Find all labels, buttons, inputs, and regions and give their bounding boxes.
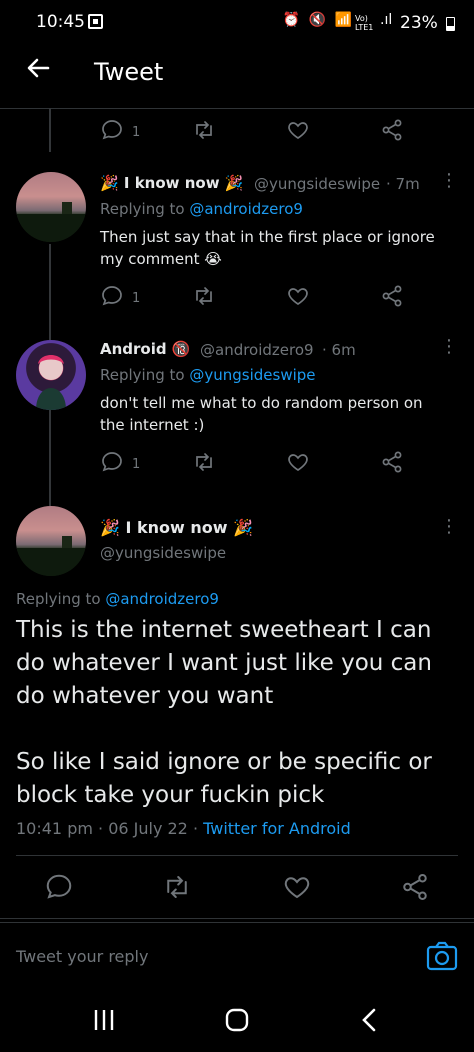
retweet-icon xyxy=(192,284,216,312)
display-name[interactable]: Android 🔞 xyxy=(100,340,191,358)
tweet-time: · 6m xyxy=(322,341,356,359)
status-bar: 10:45 ⏰ 🔇 📶 Vo) LTE1 .ıl 23% xyxy=(0,0,474,44)
replying-label: Replying to xyxy=(100,200,185,218)
avatar[interactable] xyxy=(16,340,86,410)
handle[interactable]: @yungsideswipe xyxy=(100,544,226,562)
home-icon[interactable] xyxy=(225,1008,249,1036)
divider xyxy=(0,918,474,919)
display-name[interactable]: 🎉 I know now 🎉 xyxy=(100,518,253,537)
notification-icon xyxy=(88,14,103,29)
like-button[interactable] xyxy=(286,118,310,146)
retweet-icon[interactable] xyxy=(162,872,192,906)
reply-count: 1 xyxy=(132,124,141,140)
handle[interactable]: @androidzero9 xyxy=(200,341,314,359)
more-options-icon[interactable]: ⋮ xyxy=(440,516,458,537)
replying-label: Replying to xyxy=(16,590,101,608)
retweet-icon xyxy=(192,450,216,478)
recent-apps-icon[interactable] xyxy=(92,1008,116,1036)
retweet-icon xyxy=(192,118,216,146)
reply-button[interactable]: 1 xyxy=(100,450,140,478)
like-button[interactable] xyxy=(286,284,310,312)
retweet-button[interactable] xyxy=(192,450,216,478)
retweet-button[interactable] xyxy=(192,118,216,146)
share-button[interactable] xyxy=(380,284,404,312)
thread-line xyxy=(49,108,51,152)
tweet-text: don't tell me what to do random person o… xyxy=(100,394,423,434)
replying-to: Replying to @androidzero9 xyxy=(16,590,219,608)
reply-icon xyxy=(100,284,124,312)
display-name[interactable]: 🎉 I know now 🎉 xyxy=(100,174,243,192)
avatar[interactable] xyxy=(16,172,86,242)
main-tweet-actions xyxy=(0,860,474,920)
share-icon[interactable] xyxy=(400,872,430,906)
replying-to: Replying to @yungsideswipe xyxy=(100,366,316,384)
system-nav-bar xyxy=(0,986,474,1052)
reply-count: 1 xyxy=(132,290,141,306)
share-button[interactable] xyxy=(380,118,404,146)
tweet-actions: 1 xyxy=(100,450,420,476)
camera-icon[interactable] xyxy=(426,941,458,975)
tweet-actions: 1 xyxy=(100,118,420,144)
reply-button[interactable]: 1 xyxy=(100,118,140,146)
reply-input[interactable]: Tweet your reply xyxy=(16,947,148,966)
tweet-text: Then just say that in the first place or… xyxy=(100,228,435,268)
replying-handle[interactable]: @yungsideswipe xyxy=(189,366,315,384)
handle[interactable]: @yungsideswipe xyxy=(254,175,380,193)
tweet-time: · 7m xyxy=(386,175,420,193)
divider xyxy=(16,855,458,856)
reply-button[interactable]: 1 xyxy=(100,284,140,312)
share-icon xyxy=(380,450,404,478)
tweet-timestamp: 10:41 pm · 06 July 22 · Twitter for Andr… xyxy=(16,819,351,838)
reply-icon[interactable] xyxy=(44,872,74,906)
reply-icon xyxy=(100,450,124,478)
timestamp-text: 10:41 pm · 06 July 22 · xyxy=(16,819,199,838)
network-label: Vo) LTE1 xyxy=(355,14,374,32)
status-icons: ⏰ 🔇 📶 xyxy=(282,12,354,28)
battery-icon xyxy=(446,17,455,31)
thread-line xyxy=(49,410,51,506)
reply-count: 1 xyxy=(132,456,141,472)
heart-icon xyxy=(286,284,310,312)
heart-icon xyxy=(286,118,310,146)
like-button[interactable] xyxy=(286,450,310,478)
heart-icon xyxy=(286,450,310,478)
tweet-text: This is the internet sweetheart I can do… xyxy=(16,617,432,709)
heart-icon[interactable] xyxy=(282,872,312,906)
replying-handle[interactable]: @androidzero9 xyxy=(105,590,219,608)
signal-icon: .ıl xyxy=(380,12,393,28)
tweet-actions: 1 xyxy=(100,284,420,310)
replying-to: Replying to @androidzero9 xyxy=(100,200,303,218)
replying-handle[interactable]: @androidzero9 xyxy=(189,200,303,218)
more-options-icon[interactable]: ⋮ xyxy=(440,170,458,191)
share-icon xyxy=(380,284,404,312)
avatar[interactable] xyxy=(16,506,86,576)
tweet-source[interactable]: Twitter for Android xyxy=(203,819,351,838)
tweet-text: So like I said ignore or be specific or … xyxy=(16,749,432,808)
share-button[interactable] xyxy=(380,450,404,478)
back-arrow-icon[interactable] xyxy=(24,54,52,90)
reply-bar: Tweet your reply xyxy=(0,922,474,987)
reply-icon xyxy=(100,118,124,146)
status-time: 10:45 xyxy=(36,12,85,32)
share-icon xyxy=(380,118,404,146)
more-options-icon[interactable]: ⋮ xyxy=(440,336,458,357)
page-title: Tweet xyxy=(94,58,164,86)
replying-label: Replying to xyxy=(100,366,185,384)
battery-level: 23% xyxy=(400,13,438,33)
app-header: Tweet xyxy=(0,44,474,109)
thread-line xyxy=(49,244,51,340)
back-icon[interactable] xyxy=(358,1008,382,1036)
retweet-button[interactable] xyxy=(192,284,216,312)
